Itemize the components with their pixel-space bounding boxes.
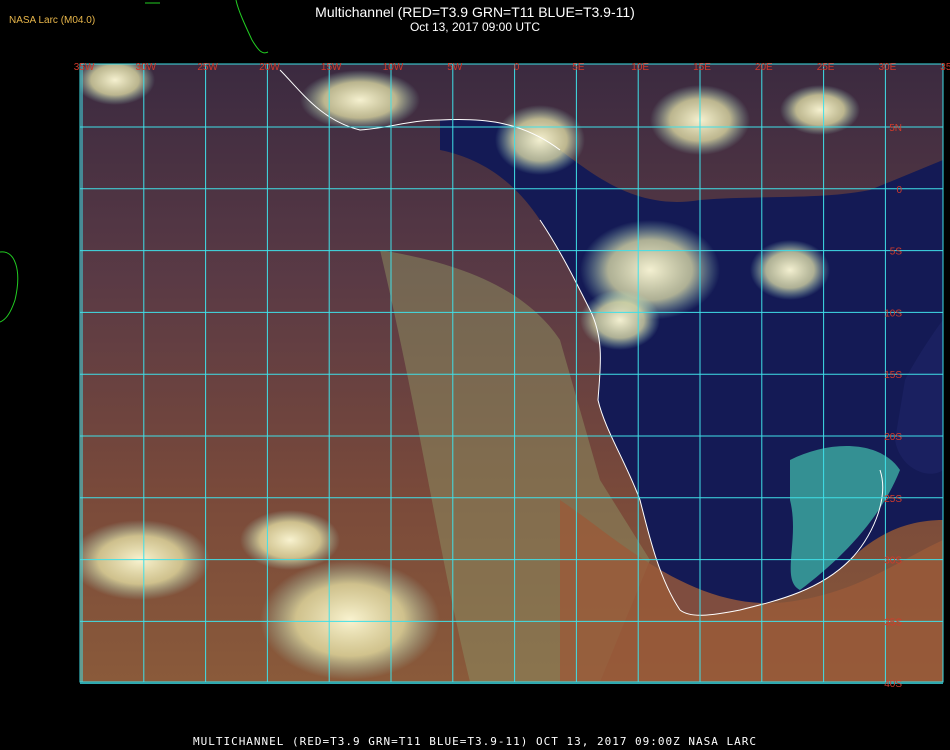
- longitude-label: 20E: [755, 62, 773, 73]
- footer-caption: MULTICHANNEL (RED=T3.9 GRN=T11 BLUE=T3.9…: [192, 735, 758, 748]
- satellite-map: 35W 30W 25W 20W 15W 10W 5W 0 5E 10E 15E 20E 25E 30E 35…: [0, 0, 950, 690]
- longitude-label: 15E: [693, 62, 711, 73]
- latitude-label: 0: [896, 185, 902, 196]
- latitude-label: 35S: [884, 617, 902, 628]
- latitude-label: 40S: [884, 679, 902, 690]
- longitude-label: 35E: [940, 62, 950, 73]
- longitude-label: 30E: [879, 62, 897, 73]
- longitude-label: 5W: [447, 62, 463, 73]
- longitude-label: 25E: [817, 62, 835, 73]
- latitude-label: 5S: [890, 247, 903, 258]
- latitude-label: 20S: [884, 432, 902, 443]
- longitude-label: 0: [514, 62, 520, 73]
- longitude-label: 5E: [572, 62, 585, 73]
- outer-coastline-top: [235, 0, 269, 54]
- longitude-label: 15W: [321, 62, 342, 73]
- longitude-label: 10E: [631, 62, 649, 73]
- longitude-label: 25W: [197, 62, 218, 73]
- latitude-label: 15S: [884, 370, 902, 381]
- longitude-label: 10W: [383, 62, 404, 73]
- outer-coastline-left: [0, 251, 19, 323]
- longitude-label: 35W: [74, 62, 95, 73]
- latitude-label: 10S: [884, 308, 902, 319]
- latitude-label: 25S: [884, 494, 902, 505]
- longitude-label: 30W: [136, 62, 157, 73]
- longitude-label: 20W: [259, 62, 280, 73]
- latitude-label: 30S: [884, 556, 902, 567]
- latitude-label: 5N: [889, 123, 902, 134]
